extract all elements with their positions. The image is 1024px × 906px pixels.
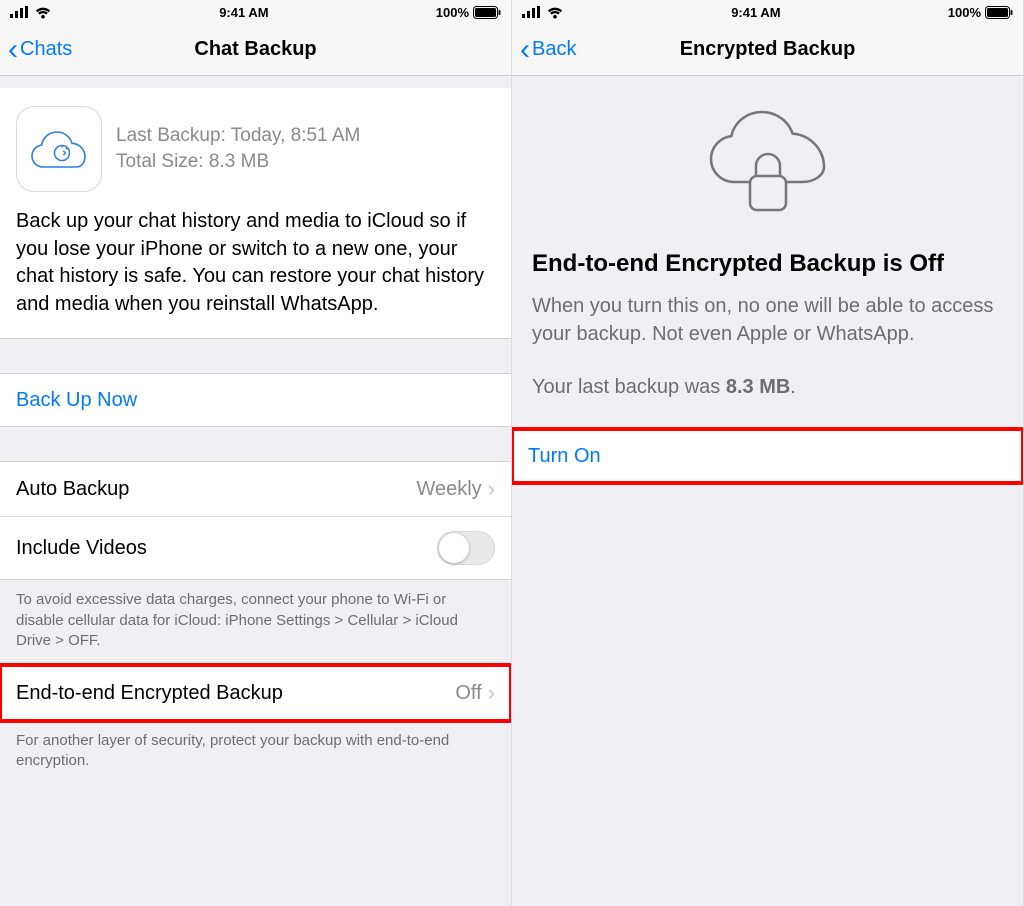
- chevron-left-icon: ‹: [8, 35, 18, 65]
- page-title: Chat Backup: [0, 38, 511, 61]
- status-time: 9:41 AM: [731, 5, 780, 20]
- backup-now-button[interactable]: Back Up Now: [0, 374, 511, 426]
- data-charges-note: To avoid excessive data charges, connect…: [0, 580, 511, 665]
- e2e-value: Off: [455, 682, 481, 705]
- turn-on-button[interactable]: Turn On: [512, 430, 1023, 482]
- chevron-right-icon: ›: [488, 476, 495, 502]
- screen-encrypted-backup: 9:41 AM 100% ‹ Back Encrypted Backup End…: [512, 0, 1024, 906]
- include-videos-label: Include Videos: [16, 537, 147, 560]
- auto-backup-label: Auto Backup: [16, 478, 129, 501]
- chevron-left-icon: ‹: [520, 35, 530, 65]
- cloud-lock-icon: [532, 110, 1003, 220]
- nav-bar: ‹ Back Encrypted Backup: [512, 24, 1023, 76]
- auto-backup-row[interactable]: Auto Backup Weekly ›: [0, 462, 511, 516]
- chevron-right-icon: ›: [488, 680, 495, 706]
- nav-bar: ‹ Chats Chat Backup: [0, 24, 511, 76]
- last-backup-text: Last Backup: Today, 8:51 AM: [116, 123, 360, 149]
- back-label: Chats: [20, 38, 72, 61]
- battery-percent: 100%: [436, 5, 469, 20]
- backup-description: Back up your chat history and media to i…: [16, 208, 495, 318]
- icloud-backup-icon: [16, 106, 102, 192]
- include-videos-row: Include Videos: [0, 516, 511, 579]
- encryption-status-title: End-to-end Encrypted Backup is Off: [532, 250, 1003, 278]
- screen-chat-backup: 9:41 AM 100% ‹ Chats Chat Backup: [0, 0, 512, 906]
- status-time: 9:41 AM: [219, 5, 268, 20]
- battery-icon: [985, 6, 1013, 19]
- encryption-hero: End-to-end Encrypted Backup is Off When …: [512, 76, 1023, 429]
- back-label: Back: [532, 38, 576, 61]
- e2e-note: For another layer of security, protect y…: [0, 721, 511, 786]
- e2e-encrypted-backup-row[interactable]: End-to-end Encrypted Backup Off ›: [0, 666, 511, 720]
- page-title: Encrypted Backup: [512, 38, 1023, 61]
- back-button[interactable]: ‹ Chats: [8, 35, 72, 65]
- e2e-label: End-to-end Encrypted Backup: [16, 682, 283, 705]
- backup-now-label: Back Up Now: [16, 389, 137, 412]
- total-size-text: Total Size: 8.3 MB: [116, 149, 360, 175]
- last-backup-size-note: Your last backup was 8.3 MB.: [532, 376, 1003, 399]
- back-button[interactable]: ‹ Back: [520, 35, 576, 65]
- backup-info-card: Last Backup: Today, 8:51 AM Total Size: …: [0, 88, 511, 339]
- status-bar: 9:41 AM 100%: [0, 0, 511, 24]
- turn-on-label: Turn On: [528, 445, 601, 468]
- status-bar: 9:41 AM 100%: [512, 0, 1023, 24]
- auto-backup-value: Weekly: [416, 478, 481, 501]
- cellular-signal-icon: [10, 6, 30, 18]
- encryption-description: When you turn this on, no one will be ab…: [532, 292, 1003, 348]
- cellular-signal-icon: [522, 6, 542, 18]
- include-videos-toggle[interactable]: [437, 531, 495, 565]
- wifi-icon: [34, 6, 52, 19]
- wifi-icon: [546, 6, 564, 19]
- battery-percent: 100%: [948, 5, 981, 20]
- battery-icon: [473, 6, 501, 19]
